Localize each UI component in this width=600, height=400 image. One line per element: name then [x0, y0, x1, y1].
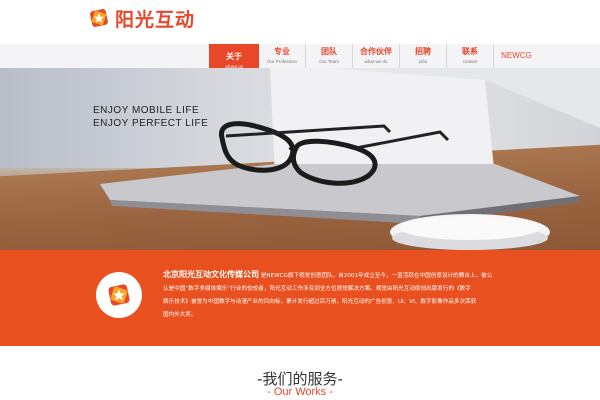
brand-name: 阳光互动	[115, 8, 196, 31]
hero-slogan-line: ENJOY PERFECT LIFE	[93, 118, 209, 129]
nav-sublabel: Our Team	[319, 59, 339, 64]
services-section: -我们的服务- - Our Works -	[0, 346, 600, 400]
header: 阳光互动	[0, 0, 600, 44]
nav-item-partners[interactable]: 合作伙伴 what we do	[353, 44, 400, 68]
intro-line: 认是中国“数字多媒体娱乐”行业的佼佼者，阳光互动工作涉及到全方位视觉解决方案。视…	[163, 286, 471, 292]
nav-sublabel: jobs	[418, 59, 428, 64]
nav-sublabel: contact	[462, 59, 478, 64]
hero-banner: ENJOY MOBILE LIFE ENJOY PERFECT LIFE	[0, 68, 600, 250]
services-subtitle: - Our Works -	[267, 386, 333, 398]
intro-logo	[96, 272, 142, 318]
nav-label: 团队	[321, 47, 337, 56]
nav-label: 招聘	[415, 47, 431, 56]
nav-label: 关于	[226, 52, 242, 61]
nav-label: 专业	[274, 47, 290, 56]
nav-item-profession[interactable]: 专业 Our Profession	[259, 44, 306, 68]
nav-item-newcg[interactable]: NEWCG	[494, 44, 539, 68]
intro-text: 北京阳光互动文化传媒公司 是NEWCG旗下视觉创意团队，自2001年成立至今，一…	[163, 268, 521, 322]
star-badge-icon	[108, 284, 130, 306]
laptop-image	[100, 68, 600, 250]
company-name: 北京阳光互动文化传媒公司	[163, 270, 259, 279]
hero-slogan: ENJOY MOBILE LIFE ENJOY PERFECT LIFE	[93, 104, 208, 130]
nav-item-team[interactable]: 团队 Our Team	[306, 44, 353, 68]
nav-label: 联系	[462, 47, 478, 56]
nav-sublabel: what we do	[364, 59, 388, 64]
nav-sublabel: Our Profession	[266, 59, 297, 64]
nav-item-contact[interactable]: 联系 contact	[447, 44, 494, 68]
star-badge-icon	[88, 7, 110, 29]
intro-line: 北京阳光互动文化传媒公司 是NEWCG旗下视觉创意团队，自2001年成立至今，一…	[163, 268, 521, 283]
intro-line: 娱乐技术》被誉为中国数字与动漫产业的风向标，累计发行超过百万册，阳光互动的广告创…	[163, 299, 477, 305]
brand-logo[interactable]: 阳光互动	[88, 5, 195, 31]
hero-slogan-line: ENJOY MOBILE LIFE	[93, 105, 200, 116]
intro-line-text: 是NEWCG旗下视觉创意团队，自2001年成立至今，一直活跃在中国创意设计的舞台…	[260, 273, 493, 279]
intro-line: 国内外大奖。	[163, 312, 197, 318]
nav-label: NEWCG	[501, 51, 532, 60]
nav-label: 合作伙伴	[360, 47, 392, 56]
nav-item-jobs[interactable]: 招聘 jobs	[400, 44, 447, 68]
